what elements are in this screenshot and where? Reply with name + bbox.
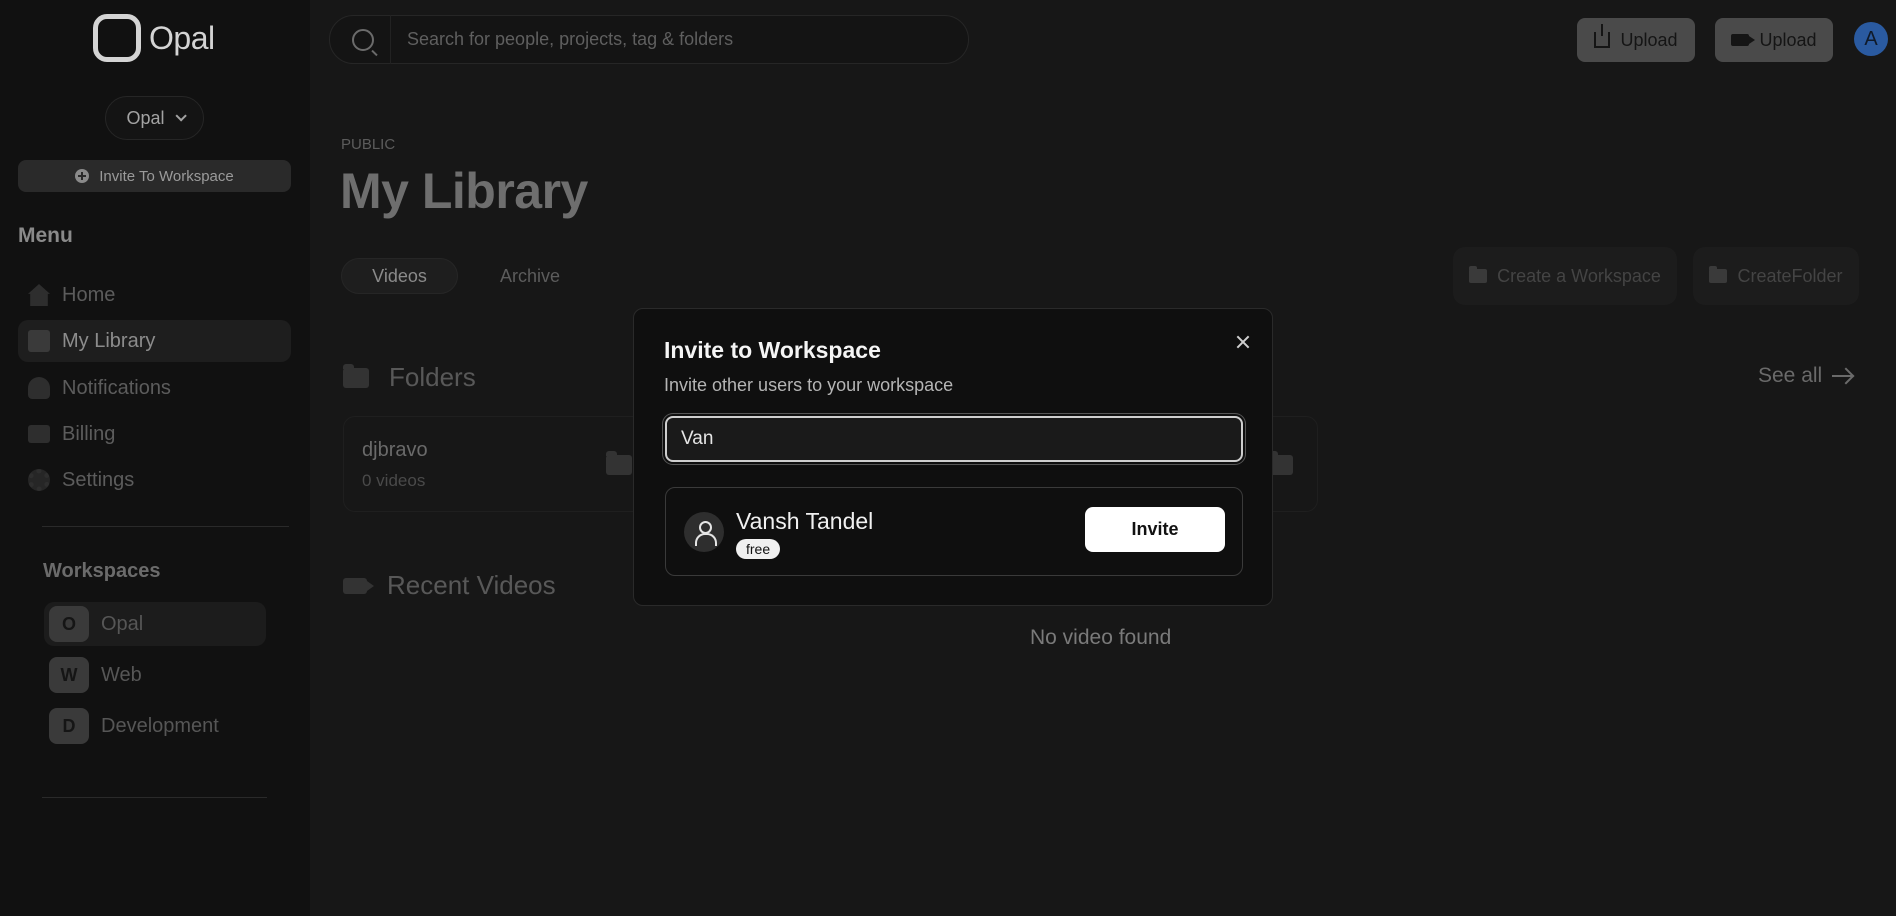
upload-button[interactable]: Upload — [1577, 18, 1695, 62]
user-search-input[interactable] — [665, 416, 1243, 462]
user-result-name: Vansh Tandel — [736, 508, 874, 534]
workspace-item-opal[interactable]: O Opal — [44, 602, 266, 646]
sidebar-divider — [42, 526, 289, 527]
modal-subtitle: Invite other users to your workspace — [664, 375, 954, 395]
video-camera-icon — [343, 577, 374, 594]
folder-icon — [1469, 266, 1488, 283]
upload-label: Upload — [1620, 29, 1678, 50]
sidebar-item-label: Billing — [62, 422, 116, 445]
sidebar-item-my-library[interactable]: My Library — [18, 320, 291, 362]
see-all-label: See all — [1758, 364, 1823, 387]
sidebar-item-billing[interactable]: Billing — [18, 413, 291, 455]
see-all-link[interactable]: See all — [1758, 364, 1853, 388]
sidebar-item-label: Settings — [62, 468, 135, 491]
workspace-selector-label: Opal — [126, 107, 165, 128]
workspace-item-label: Development — [101, 714, 219, 737]
chevron-down-icon — [174, 110, 187, 122]
create-folder-button[interactable]: CreateFolder — [1693, 247, 1859, 305]
tab-archive[interactable]: Archive — [480, 258, 580, 294]
recent-videos-header: Recent Videos — [343, 570, 556, 601]
workspace-initial-badge: O — [49, 606, 89, 642]
person-icon — [693, 520, 717, 546]
workspace-item-label: Opal — [101, 612, 144, 635]
sidebar-item-home[interactable]: Home — [18, 274, 291, 316]
folder-name: djbravo — [362, 439, 428, 461]
user-result-avatar — [684, 512, 724, 552]
user-avatar[interactable]: A — [1854, 22, 1888, 56]
opal-logo-icon — [93, 14, 141, 62]
invite-user-button[interactable]: Invite — [1085, 507, 1225, 552]
modal-title: Invite to Workspace — [664, 337, 881, 363]
sidebar-divider — [42, 797, 267, 798]
library-icon — [28, 330, 50, 352]
sidebar-item-label: Home — [62, 283, 116, 306]
folders-section-header: Folders — [343, 362, 476, 393]
folder-icon — [343, 363, 369, 388]
create-folder-label: CreateFolder — [1737, 265, 1843, 286]
credit-card-icon — [28, 425, 50, 443]
sidebar-item-label: Notifications — [62, 376, 171, 399]
app-logo[interactable]: Opal — [93, 14, 215, 62]
visibility-label: PUBLIC — [341, 136, 396, 153]
sidebar-item-notifications[interactable]: Notifications — [18, 367, 291, 409]
workspace-initial-badge: D — [49, 708, 89, 744]
home-icon — [28, 284, 50, 306]
close-icon[interactable] — [1232, 331, 1254, 353]
workspace-item-development[interactable]: D Development — [44, 704, 266, 748]
workspace-item-label: Web — [101, 663, 142, 686]
empty-videos-message: No video found — [1030, 626, 1172, 649]
search-icon — [352, 28, 374, 51]
workspace-item-web[interactable]: W Web — [44, 653, 266, 697]
workspace-initial-badge: W — [49, 657, 89, 693]
global-search[interactable]: Search for people, projects, tag & folde… — [329, 15, 969, 64]
menu-title: Menu — [18, 224, 73, 247]
invite-modal: Invite to Workspace Invite other users t… — [633, 308, 1273, 606]
gear-icon — [28, 469, 50, 491]
folder-video-count: 0 videos — [362, 471, 426, 490]
create-workspace-button[interactable]: Create a Workspace — [1453, 247, 1677, 305]
sidebar-item-settings[interactable]: Settings — [18, 459, 291, 501]
folders-title: Folders — [389, 362, 476, 392]
folder-icon — [1709, 266, 1728, 283]
sidebar-item-label: My Library — [62, 329, 156, 352]
record-upload-label: Upload — [1759, 29, 1817, 50]
search-input[interactable]: Search for people, projects, tag & folde… — [407, 29, 733, 50]
folder-icon — [606, 451, 632, 475]
invite-to-workspace-button[interactable]: Invite To Workspace — [18, 160, 291, 192]
search-separator — [390, 15, 391, 64]
plan-badge: free — [736, 539, 781, 559]
page-title: My Library — [340, 163, 588, 219]
user-result-card: Vansh Tandel free Invite — [665, 487, 1243, 576]
record-upload-button[interactable]: Upload — [1715, 18, 1833, 62]
sidebar: Opal Opal Invite To Workspace Menu Home … — [0, 0, 310, 916]
upload-icon — [1594, 24, 1611, 48]
app-name: Opal — [149, 19, 215, 56]
bell-icon — [28, 377, 50, 399]
create-workspace-label: Create a Workspace — [1497, 265, 1661, 286]
arrow-right-icon — [1832, 375, 1853, 377]
workspaces-title: Workspaces — [43, 560, 161, 582]
invite-to-workspace-label: Invite To Workspace — [99, 167, 234, 185]
tab-videos[interactable]: Videos — [341, 258, 458, 294]
recent-videos-title: Recent Videos — [387, 570, 556, 600]
video-camera-icon — [1731, 34, 1756, 46]
workspace-selector[interactable]: Opal — [105, 96, 204, 140]
plus-circle-icon — [75, 169, 90, 183]
